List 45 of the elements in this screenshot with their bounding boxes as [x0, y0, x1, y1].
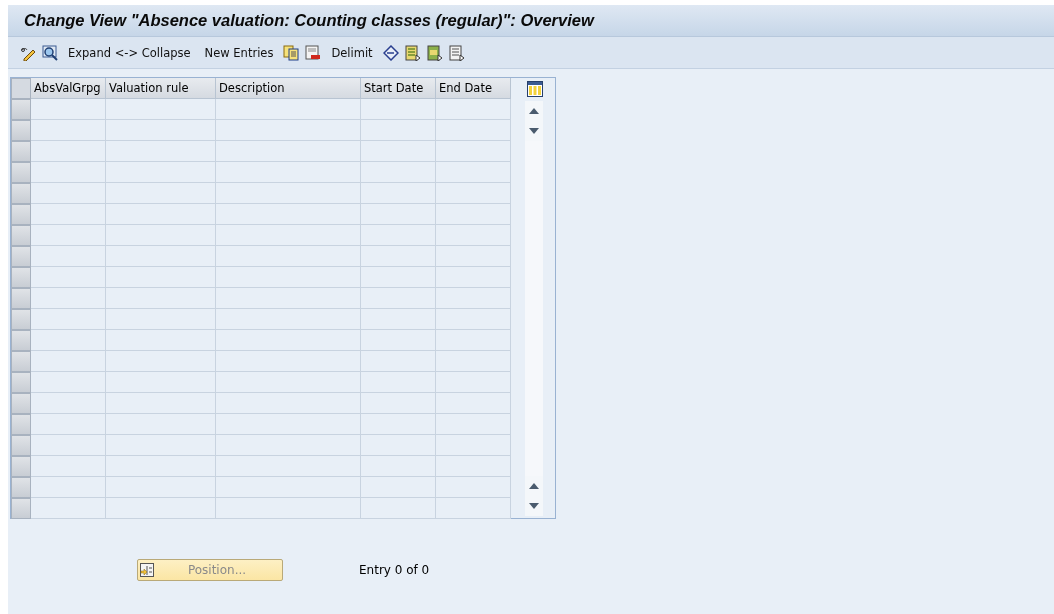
position-icon [140, 563, 154, 577]
triangle-down-icon [529, 128, 539, 134]
column-header[interactable]: AbsValGrpg [31, 78, 106, 99]
row-selector[interactable] [11, 246, 31, 267]
row-selector[interactable] [11, 372, 31, 393]
select-block-icon[interactable] [426, 44, 443, 61]
select-all-button[interactable] [11, 78, 31, 99]
row-selector[interactable] [11, 204, 31, 225]
triangle-up-icon [529, 108, 539, 114]
select-all-icon[interactable] [404, 44, 421, 61]
row-selector[interactable] [11, 498, 31, 519]
row-selector[interactable] [11, 477, 31, 498]
deselect-all-icon[interactable] [448, 44, 465, 61]
row-selector[interactable] [11, 162, 31, 183]
column-header[interactable]: Description [216, 78, 361, 99]
row-selector[interactable] [11, 414, 31, 435]
search-icon[interactable] [42, 44, 58, 61]
row-selector[interactable] [11, 120, 31, 141]
copy-icon[interactable] [283, 44, 300, 61]
row-selector[interactable] [11, 309, 31, 330]
entry-count: Entry 0 of 0 [359, 563, 430, 577]
row-selector[interactable] [11, 393, 31, 414]
row-selector[interactable] [11, 183, 31, 204]
toolbar-button[interactable]: New Entries [200, 45, 278, 60]
row-selector[interactable] [11, 225, 31, 246]
row-selector[interactable] [11, 330, 31, 351]
delete-row-icon[interactable] [305, 44, 322, 61]
scroll-down-button[interactable] [525, 496, 543, 516]
row-selector[interactable] [11, 351, 31, 372]
row-selector[interactable] [11, 267, 31, 288]
column-header[interactable]: Valuation rule [106, 78, 216, 99]
column-settings-icon[interactable] [527, 81, 543, 97]
row-selector[interactable] [11, 99, 31, 120]
column-header[interactable]: End Date [436, 78, 511, 99]
triangle-down-icon [529, 503, 539, 509]
row-selector[interactable] [11, 456, 31, 477]
row-selector[interactable] [11, 141, 31, 162]
window-title: Change View "Absence valuation: Counting classes (regular)": Overview [24, 11, 594, 30]
column-header[interactable]: Start Date [361, 78, 436, 99]
scroll-up-button[interactable] [525, 101, 543, 121]
toolbar-button[interactable]: Delimit [327, 45, 377, 60]
row-selector[interactable] [11, 288, 31, 309]
triangle-up-icon [529, 483, 539, 489]
row-selector[interactable] [11, 435, 31, 456]
toolbar-button[interactable]: Expand <-> Collapse [64, 45, 195, 60]
